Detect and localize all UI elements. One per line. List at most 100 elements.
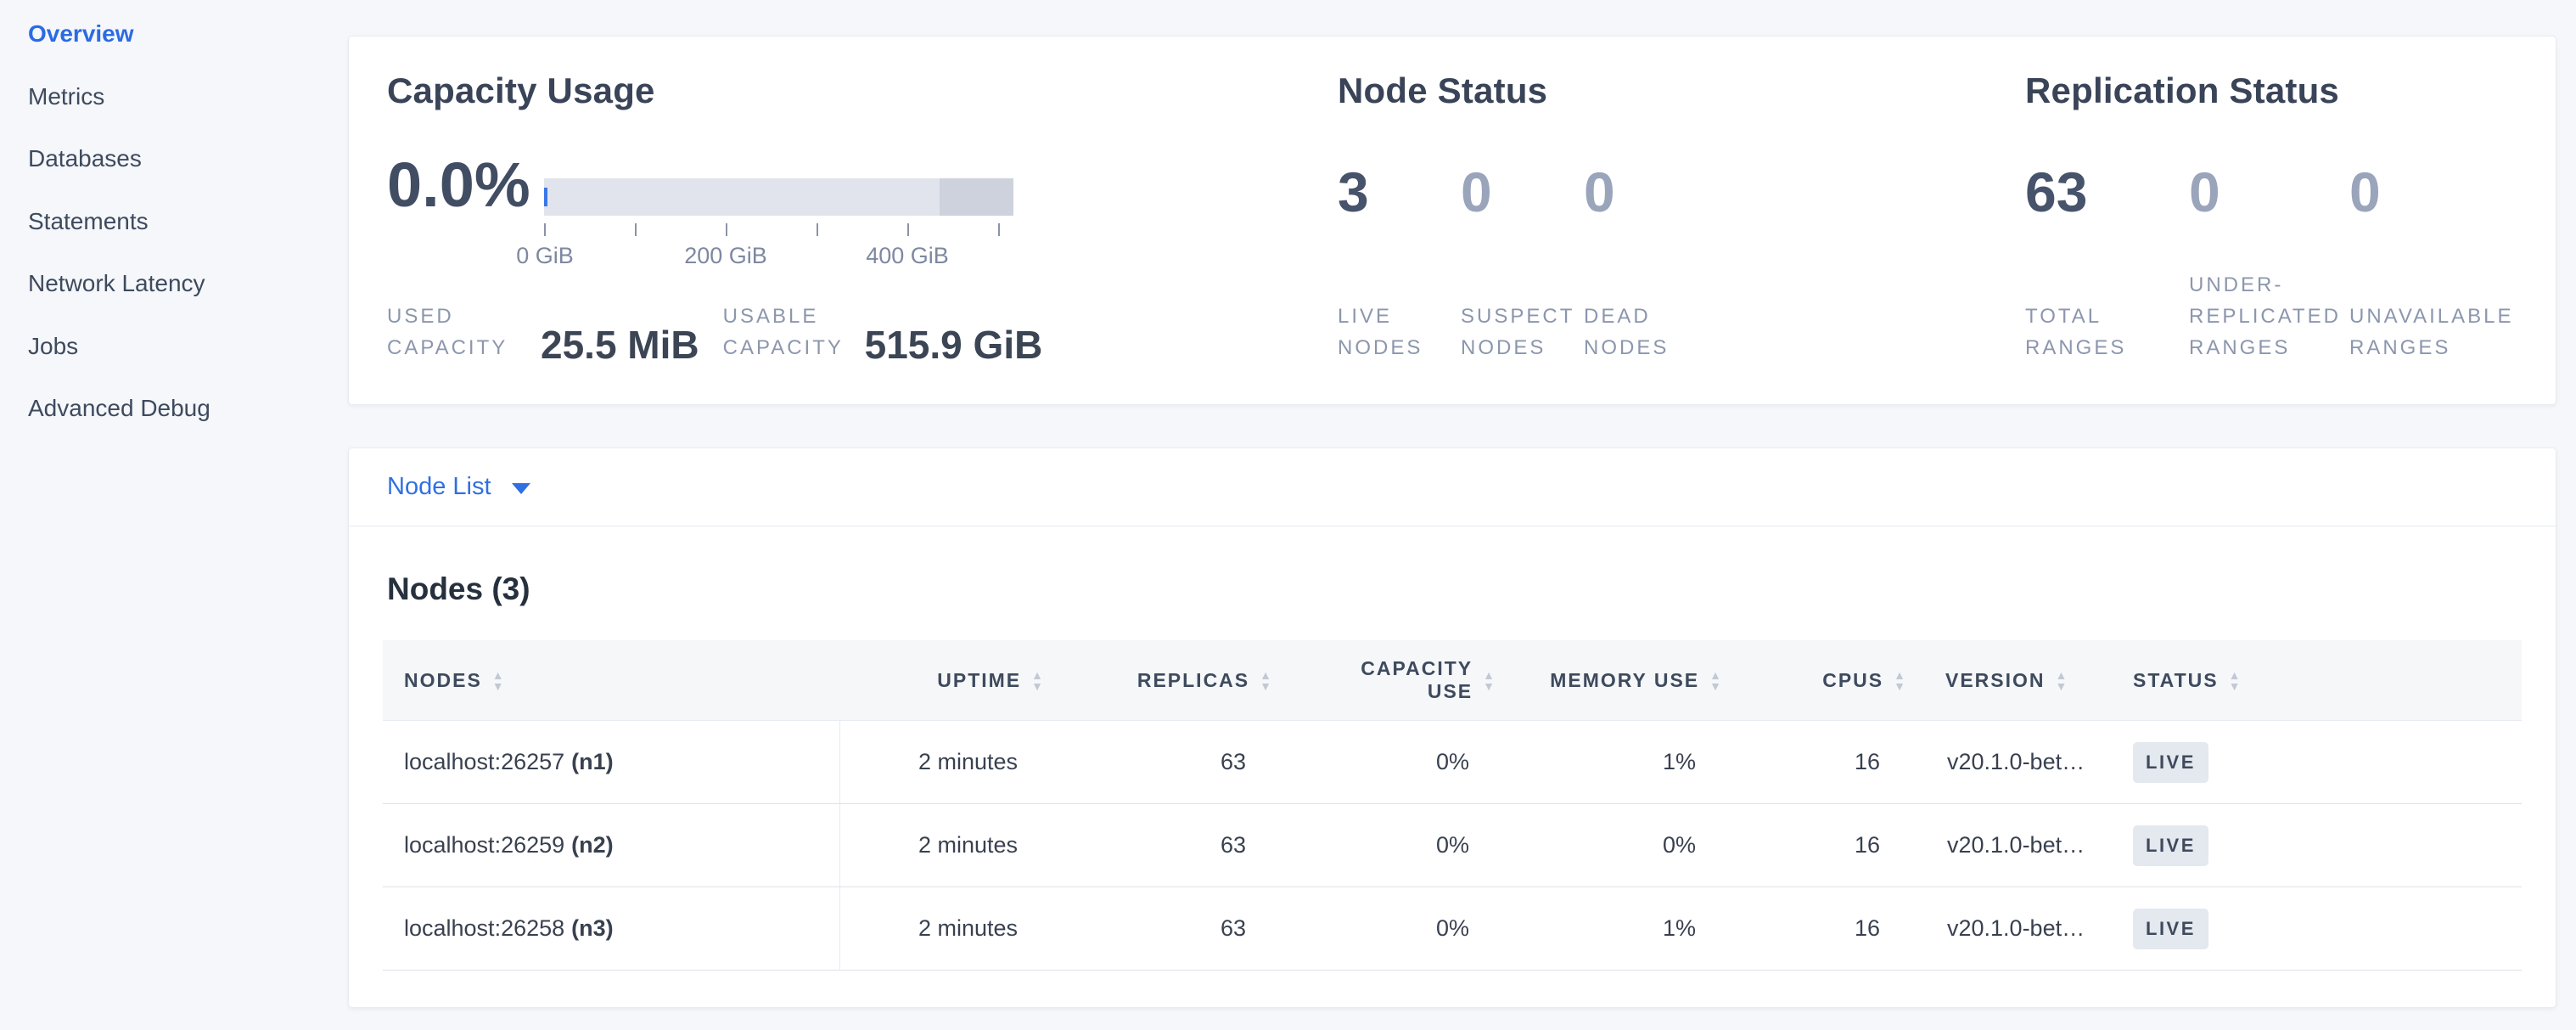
nodes-table-header: NODES ▲▼ UPTIME ▲▼ REPLICAS ▲▼ CAPACITY …	[383, 640, 2522, 721]
capacity-used-percent: 0.0%	[387, 154, 530, 217]
capacity-usage-bar	[544, 178, 1013, 216]
suspect-nodes-label: SUSPECT NODES	[1461, 301, 1584, 363]
live-nodes-count: 3	[1338, 164, 1461, 220]
sidebar-item-overview[interactable]: Overview	[28, 20, 348, 83]
cpus-cell: 16	[1730, 749, 1914, 775]
column-label: VERSION	[1945, 669, 2046, 692]
sort-icon: ▲▼	[2229, 671, 2242, 690]
status-badge: LIVE	[2133, 742, 2208, 783]
node-address-cell: localhost:26258 (n3)	[383, 887, 840, 970]
total-ranges-label: TOTAL RANGES	[2025, 301, 2189, 363]
sort-icon: ▲▼	[1483, 671, 1496, 690]
memory-use-cell: 1%	[1503, 749, 1730, 775]
capacity-usage-section: Capacity Usage 0.0% 0 GiB 200 GiB 400 Gi…	[387, 70, 1329, 365]
capacity-use-cell: 0%	[1280, 915, 1503, 942]
sidebar-menu: Overview Metrics Databases Statements Ne…	[28, 20, 348, 458]
capacity-stats: USED CAPACITY 25.5 MiB USABLE CAPACITY 5…	[387, 301, 1042, 365]
version-cell: v20.1.0-bet…	[1914, 915, 2114, 942]
sort-icon: ▲▼	[1709, 671, 1723, 690]
status-cell: LIVE	[2114, 825, 2522, 866]
column-header-cpus[interactable]: CPUS ▲▼	[1730, 640, 1914, 720]
node-list-card: Node List Nodes (3) NODES ▲▼ UPTIME ▲▼ R…	[348, 447, 2556, 1008]
node-id: (n2)	[571, 832, 614, 858]
sort-icon: ▲▼	[492, 671, 506, 690]
table-row[interactable]: localhost:26259 (n2) 2 minutes 63 0% 0% …	[383, 804, 2522, 887]
uptime-cell: 2 minutes	[840, 749, 1052, 775]
version-cell: v20.1.0-bet…	[1914, 749, 2114, 775]
column-header-nodes[interactable]: NODES ▲▼	[383, 640, 840, 720]
live-nodes-label: LIVE NODES	[1338, 301, 1461, 363]
used-capacity-value: 25.5 MiB	[541, 324, 699, 365]
capacity-use-cell: 0%	[1280, 749, 1503, 775]
total-ranges-count: 63	[2025, 164, 2189, 220]
dead-nodes-label: DEAD NODES	[1584, 301, 1707, 363]
suspect-nodes-count: 0	[1461, 164, 1584, 220]
memory-use-cell: 1%	[1503, 915, 1730, 942]
node-address: localhost:26259	[404, 832, 564, 858]
sidebar-item-metrics[interactable]: Metrics	[28, 83, 348, 146]
sidebar-item-network-latency[interactable]: Network Latency	[28, 270, 348, 333]
sidebar: Overview Metrics Databases Statements Ne…	[0, 0, 348, 1030]
column-header-capacity-use[interactable]: CAPACITY USE ▲▼	[1280, 640, 1503, 720]
chevron-down-icon	[512, 483, 530, 494]
node-status-numbers: 3 0 0	[1338, 164, 1707, 220]
unavailable-ranges-label: UNAVAILABLE RANGES	[2349, 301, 2511, 363]
node-id: (n3)	[571, 915, 614, 942]
column-header-status[interactable]: STATUS ▲▼	[2114, 640, 2522, 720]
nodes-table: NODES ▲▼ UPTIME ▲▼ REPLICAS ▲▼ CAPACITY …	[383, 640, 2522, 971]
column-header-replicas[interactable]: REPLICAS ▲▼	[1052, 640, 1280, 720]
replication-status-section: Replication Status 63 0 0 TOTAL RANGES U…	[2025, 70, 2534, 365]
node-id: (n1)	[571, 749, 614, 775]
sidebar-item-databases[interactable]: Databases	[28, 145, 348, 208]
used-capacity-marker	[544, 188, 547, 206]
replication-numbers: 63 0 0	[2025, 164, 2513, 220]
under-replicated-ranges-count: 0	[2189, 164, 2349, 220]
axis-label-200gib: 200 GiB	[684, 243, 767, 269]
axis-label-400gib: 400 GiB	[866, 243, 949, 269]
node-status-section: Node Status 3 0 0 LIVE NODES SUSPECT NOD…	[1338, 70, 1983, 365]
sort-icon: ▲▼	[1894, 671, 1907, 690]
column-header-uptime[interactable]: UPTIME ▲▼	[840, 640, 1052, 720]
column-label: STATUS	[2133, 669, 2219, 692]
cpus-cell: 16	[1730, 915, 1914, 942]
usable-capacity-label: USABLE CAPACITY	[723, 301, 831, 365]
sidebar-item-advanced-debug[interactable]: Advanced Debug	[28, 395, 348, 458]
axis-label-0gib: 0 GiB	[516, 243, 574, 269]
replicas-cell: 63	[1052, 832, 1280, 858]
nodes-table-title: Nodes (3)	[387, 571, 530, 607]
status-cell: LIVE	[2114, 742, 2522, 783]
status-badge: LIVE	[2133, 909, 2208, 949]
column-header-version[interactable]: VERSION ▲▼	[1914, 640, 2114, 720]
node-address-cell: localhost:26257 (n1)	[383, 721, 840, 803]
column-label: UPTIME	[937, 669, 1021, 692]
node-address-cell: localhost:26259 (n2)	[383, 804, 840, 886]
node-address: localhost:26258	[404, 915, 564, 942]
column-label: CAPACITY USE	[1361, 657, 1473, 703]
replicas-cell: 63	[1052, 915, 1280, 942]
replicas-cell: 63	[1052, 749, 1280, 775]
node-list-dropdown-label: Node List	[387, 473, 491, 501]
version-cell: v20.1.0-bet…	[1914, 832, 2114, 858]
uptime-cell: 2 minutes	[840, 915, 1052, 942]
memory-use-cell: 0%	[1503, 832, 1730, 858]
sidebar-item-jobs[interactable]: Jobs	[28, 333, 348, 396]
sidebar-item-statements[interactable]: Statements	[28, 208, 348, 271]
node-list-dropdown[interactable]: Node List	[349, 448, 2556, 526]
replication-labels: TOTAL RANGES UNDER-REPLICATED RANGES UNA…	[2025, 269, 2511, 363]
column-header-memory-use[interactable]: MEMORY USE ▲▼	[1503, 640, 1730, 720]
sort-icon: ▲▼	[1260, 671, 1273, 690]
capacity-usage-title: Capacity Usage	[387, 70, 1329, 111]
sort-icon: ▲▼	[2056, 671, 2069, 690]
usable-capacity-value: 515.9 GiB	[865, 324, 1043, 365]
column-label: NODES	[404, 669, 482, 692]
table-row[interactable]: localhost:26258 (n3) 2 minutes 63 0% 1% …	[383, 887, 2522, 971]
status-badge: LIVE	[2133, 825, 2208, 866]
cpus-cell: 16	[1730, 832, 1914, 858]
column-label: CPUS	[1822, 669, 1883, 692]
cluster-summary-card: Capacity Usage 0.0% 0 GiB 200 GiB 400 Gi…	[348, 36, 2556, 405]
capacity-bar-other-segment	[940, 178, 1013, 216]
replication-status-title: Replication Status	[2025, 70, 2534, 111]
node-address: localhost:26257	[404, 749, 564, 775]
table-row[interactable]: localhost:26257 (n1) 2 minutes 63 0% 1% …	[383, 721, 2522, 804]
capacity-use-cell: 0%	[1280, 832, 1503, 858]
